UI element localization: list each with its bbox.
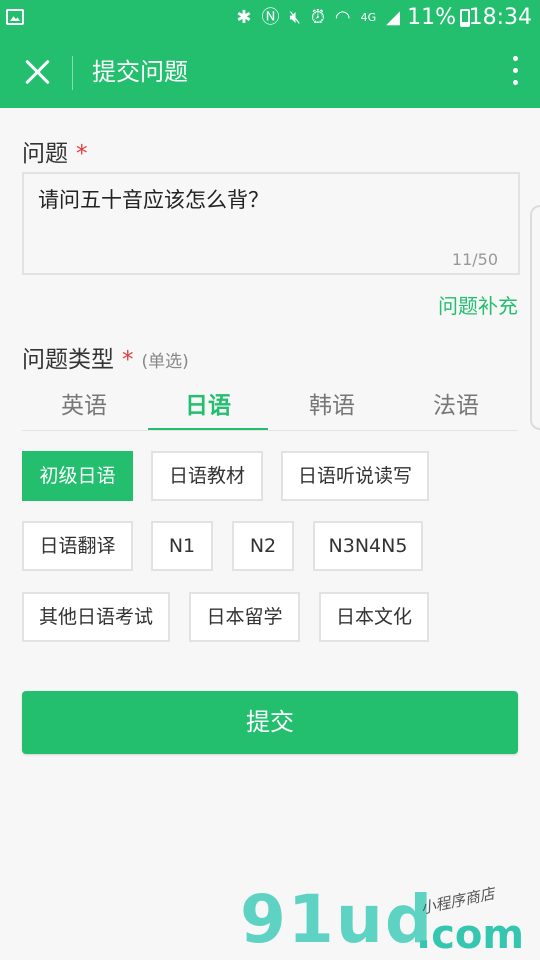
option-chip[interactable]: 日本留学 [189, 592, 300, 642]
question-label-row: 问题 * [22, 134, 88, 168]
required-mark: * [76, 141, 88, 167]
status-bar: ✱ Ⓝ 🔇︎ ⏰︎ ◠ 4G ◢ 11% 18:34 [0, 0, 540, 36]
submit-button[interactable]: 提交 [22, 691, 518, 754]
tab-english[interactable]: 英语 [22, 388, 146, 424]
option-chip[interactable]: 日本文化 [319, 592, 429, 642]
watermark-logo: 91ud [240, 881, 435, 958]
language-tabs: 英语 日语 韩语 法语 [22, 388, 518, 431]
appbar-divider [72, 56, 73, 90]
status-icons: ✱ Ⓝ 🔇︎ ⏰︎ ◠ 4G ◢ [236, 7, 400, 29]
watermark: 91ud .com 小程序商店 [240, 880, 540, 960]
page-title: 提交问题 [92, 58, 188, 86]
question-label: 问题 [22, 141, 68, 167]
bluetooth-icon: ✱ [236, 7, 252, 28]
tab-french[interactable]: 法语 [394, 388, 518, 424]
option-chip[interactable]: N2 [232, 521, 294, 571]
question-type-label: 问题类型 [22, 347, 114, 373]
clock: 18:34 [468, 5, 532, 30]
wifi-icon: ◠ [334, 7, 351, 28]
floating-handle[interactable] [530, 205, 540, 430]
option-chip[interactable]: 日语翻译 [22, 521, 133, 571]
nfc-icon: Ⓝ [261, 7, 280, 28]
battery-percent: 11% [407, 5, 456, 30]
option-chip[interactable]: 其他日语考试 [22, 592, 170, 642]
single-select-hint: (单选) [141, 352, 189, 372]
option-chip[interactable]: 初级日语 [22, 451, 133, 501]
mute-icon: 🔇︎ [289, 7, 301, 28]
option-chip[interactable]: N3N4N5 [313, 521, 423, 571]
app-bar: 提交问题 [0, 36, 540, 108]
question-input[interactable]: 请问五十音应该怎么背？ 11/50 [22, 172, 520, 275]
option-chip[interactable]: 日语教材 [151, 451, 263, 501]
question-text[interactable]: 请问五十音应该怎么背？ [38, 184, 269, 214]
close-icon[interactable] [20, 55, 54, 89]
char-counter: 11/50 [451, 250, 498, 269]
signal-icon: ◢ [386, 7, 400, 28]
supplement-link[interactable]: 问题补充 [438, 290, 518, 319]
tab-japanese[interactable]: 日语 [146, 388, 270, 430]
required-mark: * [122, 347, 134, 373]
gallery-icon [6, 9, 24, 25]
option-chip[interactable]: 日语听说读写 [281, 451, 429, 501]
tab-korean[interactable]: 韩语 [270, 388, 394, 424]
alarm-icon: ⏰︎ [310, 7, 325, 28]
network-type: 4G [360, 11, 377, 24]
question-type-label-row: 问题类型 * (单选) [22, 340, 189, 374]
watermark-domain: .com [416, 912, 525, 958]
more-options-icon[interactable] [510, 56, 520, 88]
option-chip[interactable]: N1 [151, 521, 213, 571]
